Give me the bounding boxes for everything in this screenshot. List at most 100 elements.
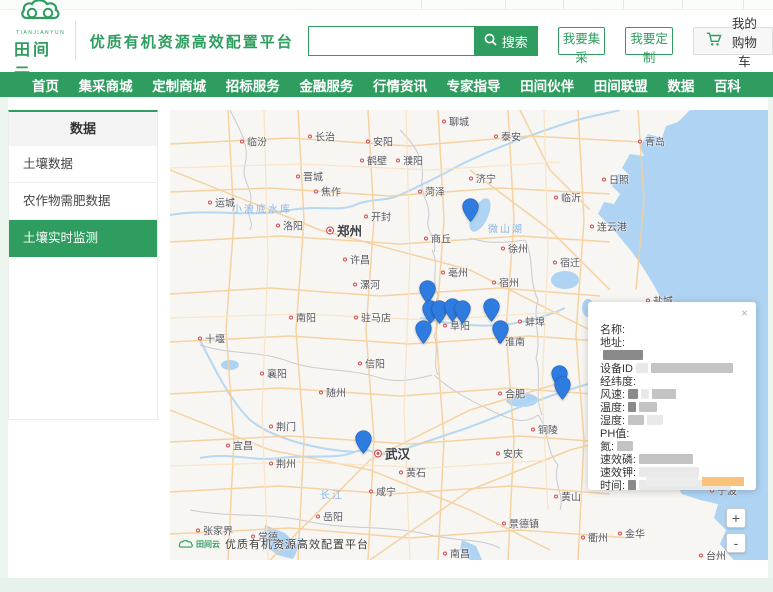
city-dot-icon (469, 176, 473, 180)
popup-row: 地址: (600, 335, 746, 348)
map-city-label: 蚌埠 (518, 314, 545, 329)
sidebar-item[interactable]: 土壤实时监测 (9, 220, 157, 257)
nav-item[interactable]: 数据 (667, 75, 694, 95)
city-dot-icon (354, 315, 358, 319)
popup-rows: 名称:地址:设备ID经纬度:风速:温度:湿度:PH值:氮:速效磷:速效钾:时间: (600, 322, 746, 491)
city-name: 咸宁 (376, 484, 396, 499)
city-dot-icon (424, 236, 428, 240)
close-icon[interactable]: × (741, 307, 748, 319)
city-name: 亳州 (448, 265, 468, 280)
top-strip-divider (421, 0, 422, 9)
redacted-value (628, 480, 636, 490)
map-city-label: 长治 (308, 129, 335, 144)
top-strip-divider (682, 0, 683, 9)
map-canvas[interactable]: 小浪底水库微山湖长江洞庭湖临汾长治安阳鹤壁濮阳聊城晋城焦作菏泽运城洛阳郑州开封商… (170, 110, 768, 560)
map-pin-marker[interactable] (462, 198, 479, 222)
nav-item[interactable]: 专家指导 (447, 75, 501, 95)
search-input[interactable] (308, 26, 474, 56)
city-name: 武汉 (385, 444, 410, 463)
city-name: 十堰 (205, 331, 225, 346)
map-city-label: 许昌 (343, 252, 370, 267)
map-pin-marker[interactable] (454, 300, 471, 324)
zoom-out-button[interactable]: - (726, 533, 746, 553)
city-dot-icon (319, 390, 323, 394)
top-strip-divider (563, 0, 564, 9)
city-dot-icon (498, 391, 502, 395)
main-nav: 首页集采商城定制商城招标服务金融服务行情资讯专家指导田间伙伴田间联盟数据百科 (0, 72, 773, 97)
map-city-label: 宿迁 (553, 255, 580, 270)
city-dot-icon (364, 214, 368, 218)
city-dot-icon (531, 427, 535, 431)
city-dot-icon (442, 119, 446, 123)
map-city-label: 信阳 (358, 356, 385, 371)
search-button[interactable]: 搜索 (474, 26, 538, 56)
map-city-label: 驻马店 (354, 310, 391, 325)
redacted-value (628, 402, 636, 412)
city-name: 荆州 (276, 456, 296, 471)
city-name: 襄阳 (267, 366, 287, 381)
zoom-in-button[interactable]: + (726, 508, 746, 528)
city-name: 铜陵 (538, 422, 558, 437)
city-dot-icon (316, 514, 320, 518)
search-button-label: 搜索 (502, 32, 528, 51)
city-name: 南阳 (296, 310, 316, 325)
map-city-label: 连云港 (590, 219, 627, 234)
map-city-label: 洛阳 (276, 218, 303, 233)
nav-item[interactable]: 集采商城 (79, 75, 133, 95)
city-dot-icon (554, 494, 558, 498)
cart-button[interactable]: 我的购物车 (693, 27, 773, 55)
header: TIANJIANYUN 田间云 优质有机资源高效配置平台 搜索 我要集采 我要定… (0, 10, 773, 72)
map-pin-marker[interactable] (355, 430, 372, 454)
map-city-label: 荆门 (269, 419, 296, 434)
city-name: 黄山 (561, 489, 581, 504)
map-city-label: 武汉 (374, 444, 410, 463)
attribution-logo-label: 田间云 (196, 539, 220, 550)
map-city-label: 郑州 (326, 221, 362, 240)
city-name: 鹤壁 (367, 153, 387, 168)
city-dot-icon (618, 531, 622, 535)
map-city-label: 随州 (319, 385, 346, 400)
customize-button[interactable]: 我要定制 (625, 27, 673, 55)
map-city-label: 泰安 (494, 129, 521, 144)
map-pin-marker[interactable] (492, 320, 509, 344)
map-pin-marker[interactable] (554, 376, 571, 400)
nav-item[interactable]: 首页 (32, 75, 59, 95)
nav-item[interactable]: 招标服务 (226, 75, 280, 95)
city-name: 合肥 (505, 386, 525, 401)
nav-item[interactable]: 定制商城 (152, 75, 206, 95)
city-name: 黄石 (406, 465, 426, 480)
city-name: 泰安 (501, 129, 521, 144)
nav-item[interactable]: 田间伙伴 (520, 75, 574, 95)
monitor-info-popup: × 名称:地址:设备ID经纬度:风速:温度:湿度:PH值:氮:速效磷:速效钾:时… (588, 302, 756, 490)
city-dot-icon (269, 424, 273, 428)
redacted-value (639, 467, 699, 477)
sidebar-item[interactable]: 农作物需肥数据 (9, 183, 157, 220)
map-pin-marker[interactable] (415, 320, 432, 344)
city-name: 安庆 (503, 446, 523, 461)
map-city-label: 聊城 (442, 114, 469, 129)
city-name: 徐州 (508, 241, 528, 256)
city-dot-icon (441, 270, 445, 274)
city-name: 菏泽 (425, 184, 445, 199)
cloud-logo-icon (19, 0, 63, 29)
city-name: 金华 (625, 526, 645, 541)
city-dot-icon (276, 223, 280, 227)
group-purchase-button[interactable]: 我要集采 (558, 27, 606, 55)
search-bar: 搜索 (308, 26, 538, 56)
sidebar-item[interactable]: 土壤数据 (9, 146, 157, 183)
city-name: 济宁 (476, 171, 496, 186)
nav-item[interactable]: 百科 (714, 75, 741, 95)
city-name: 开封 (371, 209, 391, 224)
nav-item[interactable]: 行情资讯 (373, 75, 427, 95)
map-city-label: 咸宁 (369, 484, 396, 499)
map-city-label: 鹤壁 (360, 153, 387, 168)
nav-item[interactable]: 田间联盟 (594, 75, 648, 95)
map-pin-marker[interactable] (483, 298, 500, 322)
nav-item[interactable]: 金融服务 (299, 75, 353, 95)
attribution-text: 优质有机资源高效配置平台 (225, 536, 369, 552)
city-dot-icon (208, 200, 212, 204)
top-strip-divider (505, 0, 506, 9)
city-name: 宜昌 (233, 438, 253, 453)
page-edge (0, 97, 8, 578)
city-dot-icon (492, 280, 496, 284)
